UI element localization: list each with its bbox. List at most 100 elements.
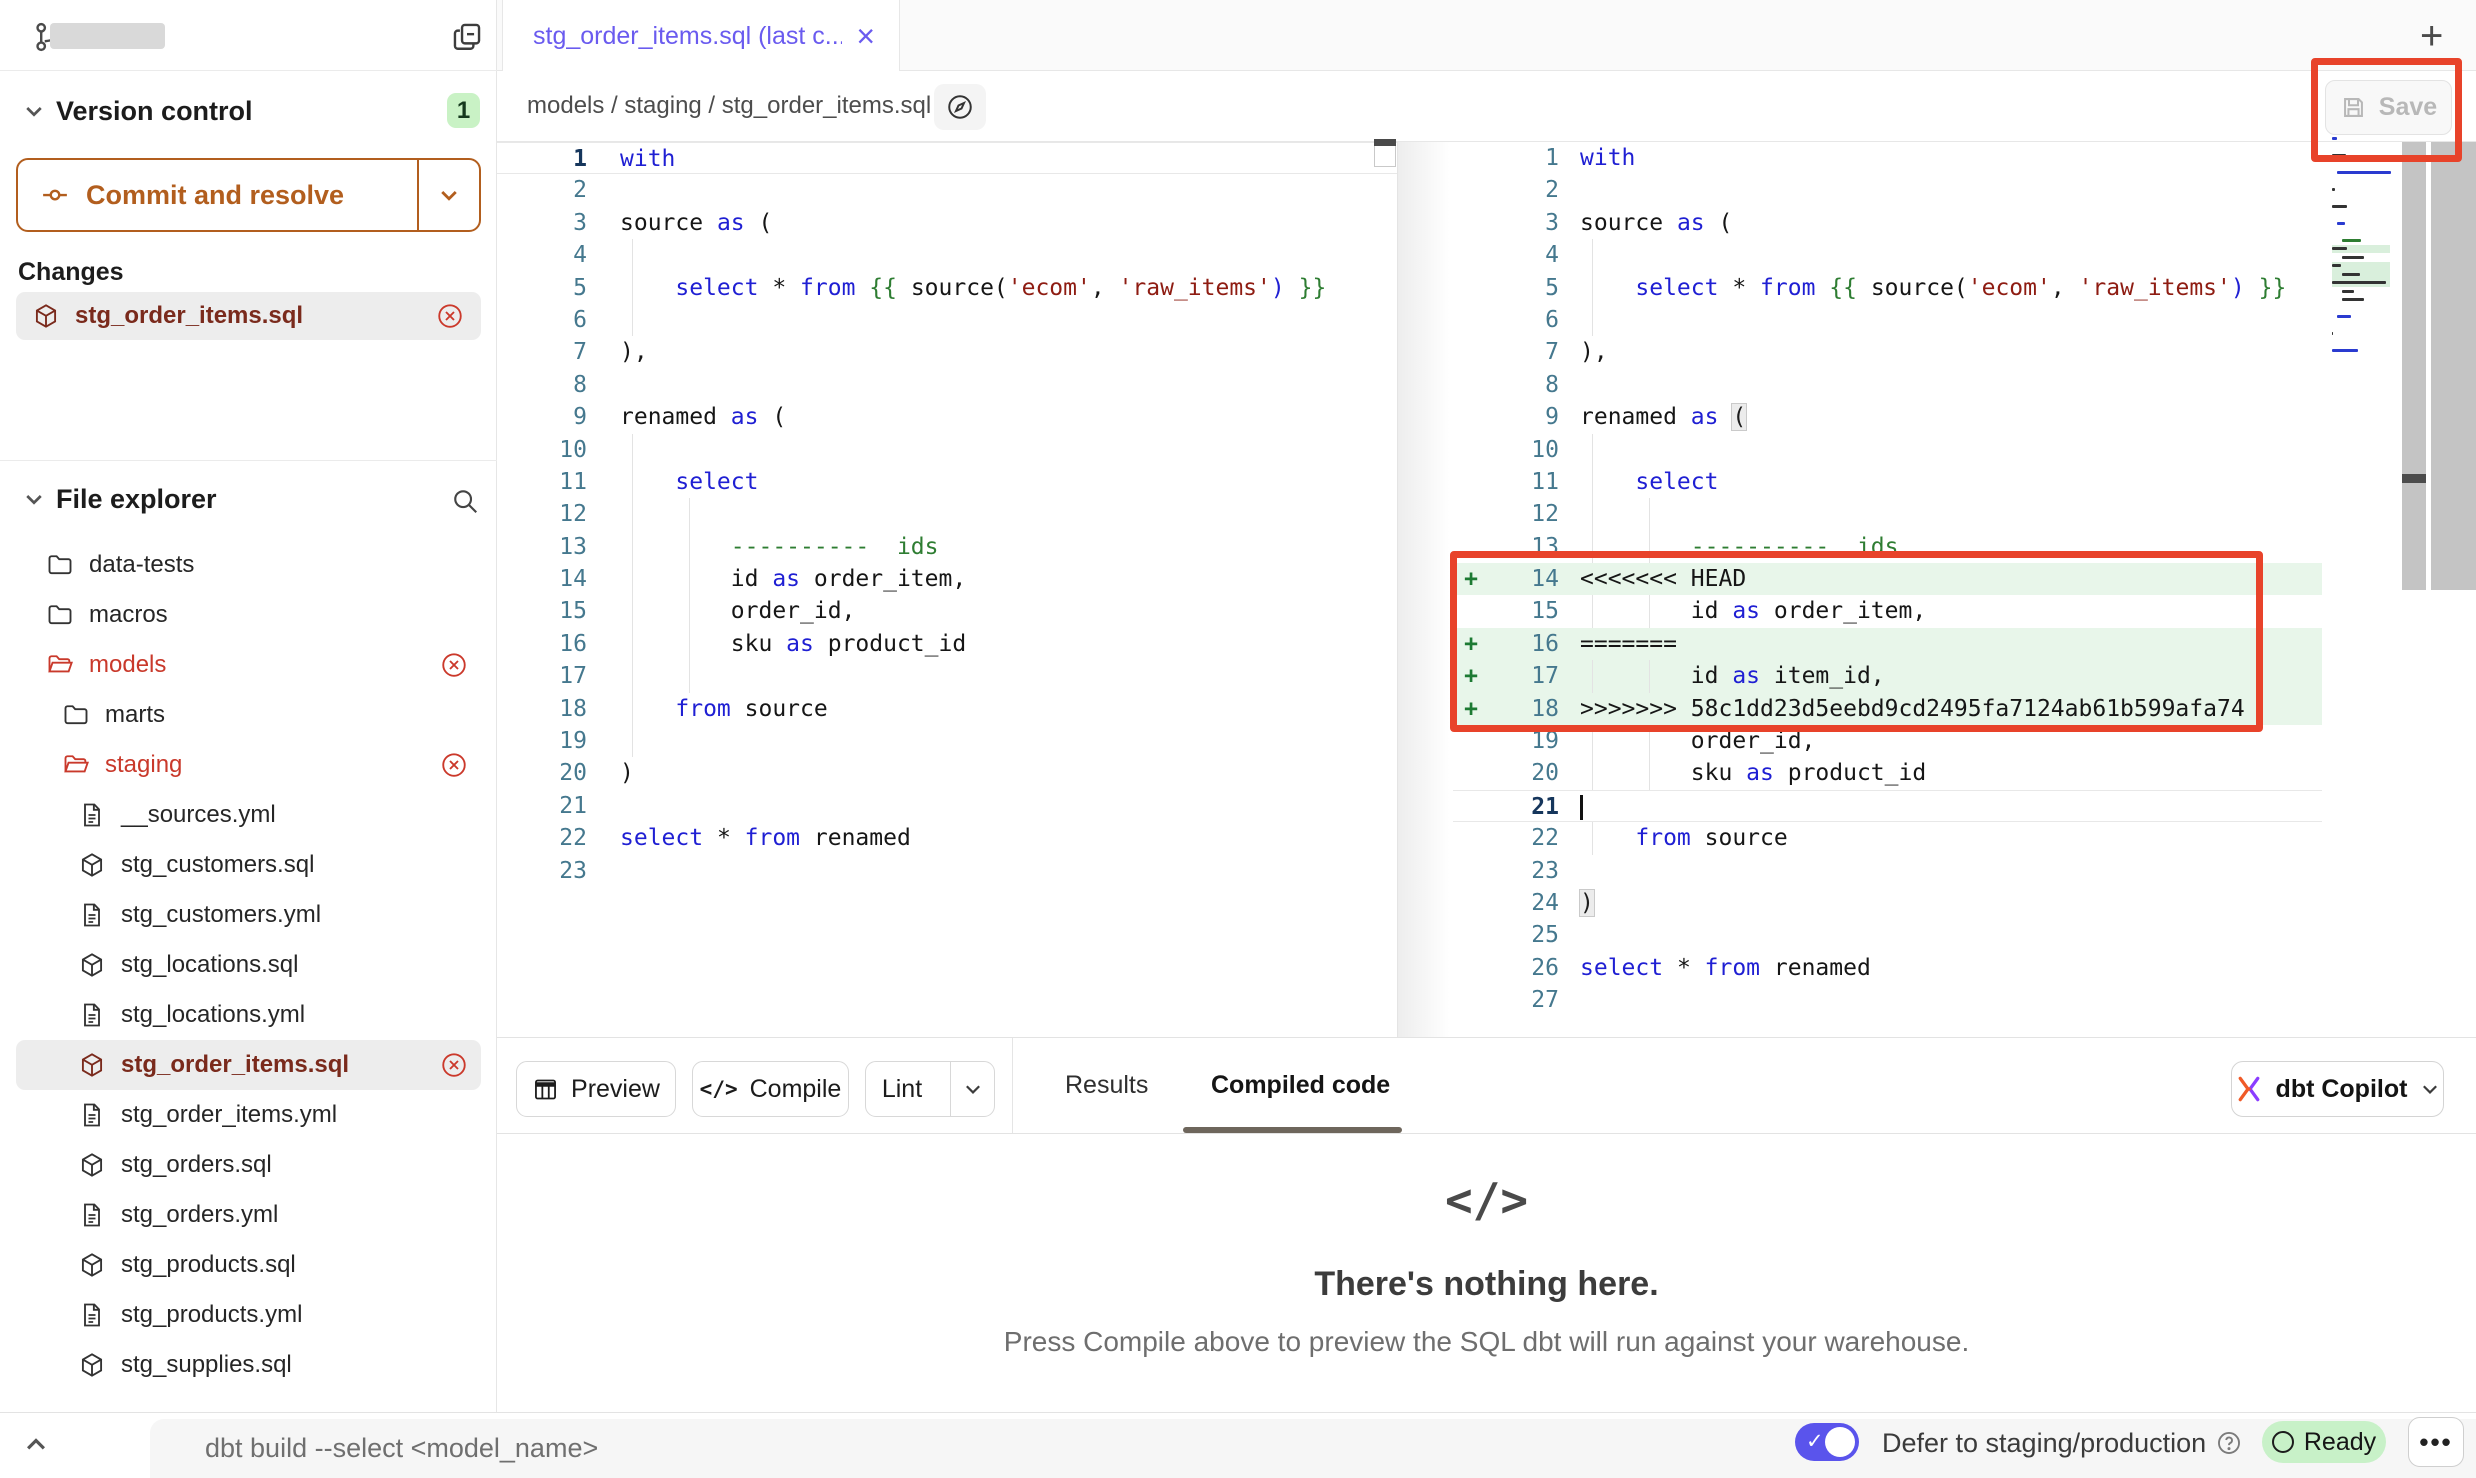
version-control-collapse-icon[interactable]: [22, 99, 46, 123]
overview-scrollbar-thumb[interactable]: [2402, 474, 2426, 483]
code-line-1[interactable]: 1with: [1453, 142, 2322, 174]
code-line-6[interactable]: 6: [1453, 304, 2322, 336]
code-line-13[interactable]: 13 ---------- ids: [497, 531, 1397, 563]
new-tab-icon[interactable]: +: [2420, 14, 2443, 59]
editor-pane-left[interactable]: 1with23source as (45 select * from {{ so…: [497, 142, 1397, 1037]
code-line-4[interactable]: 4: [497, 239, 1397, 271]
code-line-14[interactable]: 14 id as order_item,: [497, 563, 1397, 595]
editor-pane-right[interactable]: 1with23source as (45 select * from {{ so…: [1453, 142, 2322, 1037]
discard-change-icon[interactable]: [439, 650, 469, 680]
code-line-7[interactable]: 7),: [1453, 336, 2322, 368]
code-line-17[interactable]: +17 id as item_id,: [1453, 660, 2322, 692]
lint-dropdown-button[interactable]: [950, 1062, 994, 1116]
code-line-27[interactable]: 27: [1453, 984, 2322, 1016]
code-line-2[interactable]: 2: [497, 174, 1397, 206]
code-line-11[interactable]: 11 select: [497, 466, 1397, 498]
code-line-14[interactable]: +14<<<<<<< HEAD: [1453, 563, 2322, 595]
commit-and-resolve-main[interactable]: Commit and resolve: [18, 180, 417, 211]
file-item-data-tests[interactable]: data-tests: [0, 540, 497, 590]
code-line-15[interactable]: 15 order_id,: [497, 595, 1397, 627]
file-item-stg-products-yml[interactable]: stg_products.yml: [0, 1290, 497, 1340]
code-line-15[interactable]: 15 id as order_item,: [1453, 595, 2322, 627]
code-line-18[interactable]: +18>>>>>>> 58c1dd23d5eebd9cd2495fa7124ab…: [1453, 693, 2322, 725]
explorer-compass-icon[interactable]: [934, 84, 986, 130]
minimap[interactable]: [2332, 134, 2390, 366]
code-line-12[interactable]: 12: [497, 498, 1397, 530]
code-line-16[interactable]: +16=======: [1453, 628, 2322, 660]
commit-dropdown-button[interactable]: [417, 160, 479, 230]
file-item-stg-locations-sql[interactable]: stg_locations.sql: [0, 940, 497, 990]
code-line-23[interactable]: 23: [1453, 855, 2322, 887]
code-line-10[interactable]: 10: [497, 434, 1397, 466]
tab-stg-order-items[interactable]: stg_order_items.sql (last c... ×: [502, 0, 900, 72]
code-line-22[interactable]: 22select * from renamed: [497, 822, 1397, 854]
left-pane-scrollbar-thumb[interactable]: [1374, 139, 1396, 146]
file-item-models[interactable]: models: [0, 640, 497, 690]
tab-compiled-code[interactable]: Compiled code: [1211, 1038, 1390, 1133]
code-line-22[interactable]: 22 from source: [1453, 822, 2322, 854]
discard-change-icon[interactable]: [439, 1050, 469, 1080]
code-line-8[interactable]: 8: [1453, 369, 2322, 401]
search-icon[interactable]: [450, 486, 480, 516]
file-item-macros[interactable]: macros: [0, 590, 497, 640]
expand-command-bar-icon[interactable]: [22, 1430, 50, 1458]
code-line-25[interactable]: 25: [1453, 919, 2322, 951]
file-explorer-collapse-icon[interactable]: [22, 487, 46, 511]
code-line-10[interactable]: 10: [1453, 434, 2322, 466]
code-line-16[interactable]: 16 sku as product_id: [497, 628, 1397, 660]
defer-toggle[interactable]: ✓: [1795, 1423, 1859, 1461]
code-line-23[interactable]: 23: [497, 855, 1397, 887]
code-line-24[interactable]: 24): [1453, 887, 2322, 919]
help-icon[interactable]: [2215, 1429, 2243, 1457]
code-line-8[interactable]: 8: [497, 369, 1397, 401]
code-line-9[interactable]: 9renamed as (: [497, 401, 1397, 433]
lint-button[interactable]: Lint: [865, 1061, 995, 1117]
preview-button[interactable]: Preview: [516, 1061, 676, 1117]
save-button[interactable]: Save: [2325, 80, 2452, 135]
lint-label[interactable]: Lint: [866, 1075, 938, 1104]
discard-change-icon[interactable]: [439, 750, 469, 780]
copy-icon[interactable]: [450, 20, 484, 54]
code-line-2[interactable]: 2: [1453, 174, 2322, 206]
code-line-13[interactable]: 13 ---------- ids: [1453, 531, 2322, 563]
file-item-stg-orders-yml[interactable]: stg_orders.yml: [0, 1190, 497, 1240]
code-line-21[interactable]: 21: [1453, 790, 2322, 822]
tab-close-icon[interactable]: ×: [856, 20, 875, 52]
code-line-19[interactable]: 19: [497, 725, 1397, 757]
code-line-3[interactable]: 3source as (: [1453, 207, 2322, 239]
commit-and-resolve-button[interactable]: Commit and resolve: [16, 158, 481, 232]
code-line-12[interactable]: 12: [1453, 498, 2322, 530]
file-item-stg-customers-yml[interactable]: stg_customers.yml: [0, 890, 497, 940]
code-line-26[interactable]: 26select * from renamed: [1453, 952, 2322, 984]
code-line-6[interactable]: 6: [497, 304, 1397, 336]
file-item-stg-orders-sql[interactable]: stg_orders.sql: [0, 1140, 497, 1190]
code-line-9[interactable]: 9renamed as (: [1453, 401, 2322, 433]
file-item-stg-locations-yml[interactable]: stg_locations.yml: [0, 990, 497, 1040]
changed-file-item[interactable]: stg_order_items.sql: [16, 292, 481, 340]
code-line-18[interactable]: 18 from source: [497, 693, 1397, 725]
file-item-stg-customers-sql[interactable]: stg_customers.sql: [0, 840, 497, 890]
file-item-marts[interactable]: marts: [0, 690, 497, 740]
compile-button[interactable]: </> Compile: [692, 1061, 849, 1117]
code-line-11[interactable]: 11 select: [1453, 466, 2322, 498]
code-line-7[interactable]: 7),: [497, 336, 1397, 368]
file-item-stg-order-items-yml[interactable]: stg_order_items.yml: [0, 1090, 497, 1140]
code-line-3[interactable]: 3source as (: [497, 207, 1397, 239]
tab-results[interactable]: Results: [1065, 1038, 1148, 1133]
code-line-1[interactable]: 1with: [497, 142, 1397, 174]
more-options-button[interactable]: •••: [2408, 1417, 2464, 1467]
dbt-copilot-button[interactable]: dbt Copilot: [2231, 1061, 2444, 1117]
file-item-stg-order-items-sql[interactable]: stg_order_items.sql: [16, 1040, 481, 1090]
code-line-5[interactable]: 5 select * from {{ source('ecom', 'raw_i…: [1453, 272, 2322, 304]
file-item--sources-yml[interactable]: __sources.yml: [0, 790, 497, 840]
file-item-stg-supplies-sql[interactable]: stg_supplies.sql: [0, 1340, 497, 1390]
code-line-17[interactable]: 17: [497, 660, 1397, 692]
code-line-21[interactable]: 21: [497, 790, 1397, 822]
code-line-4[interactable]: 4: [1453, 239, 2322, 271]
code-line-20[interactable]: 20): [497, 757, 1397, 789]
overview-scrollbar[interactable]: [2402, 142, 2426, 590]
file-item-staging[interactable]: staging: [0, 740, 497, 790]
code-line-19[interactable]: 19 order_id,: [1453, 725, 2322, 757]
editor-scrollbar[interactable]: [2431, 142, 2476, 590]
file-item-stg-products-sql[interactable]: stg_products.sql: [0, 1240, 497, 1290]
